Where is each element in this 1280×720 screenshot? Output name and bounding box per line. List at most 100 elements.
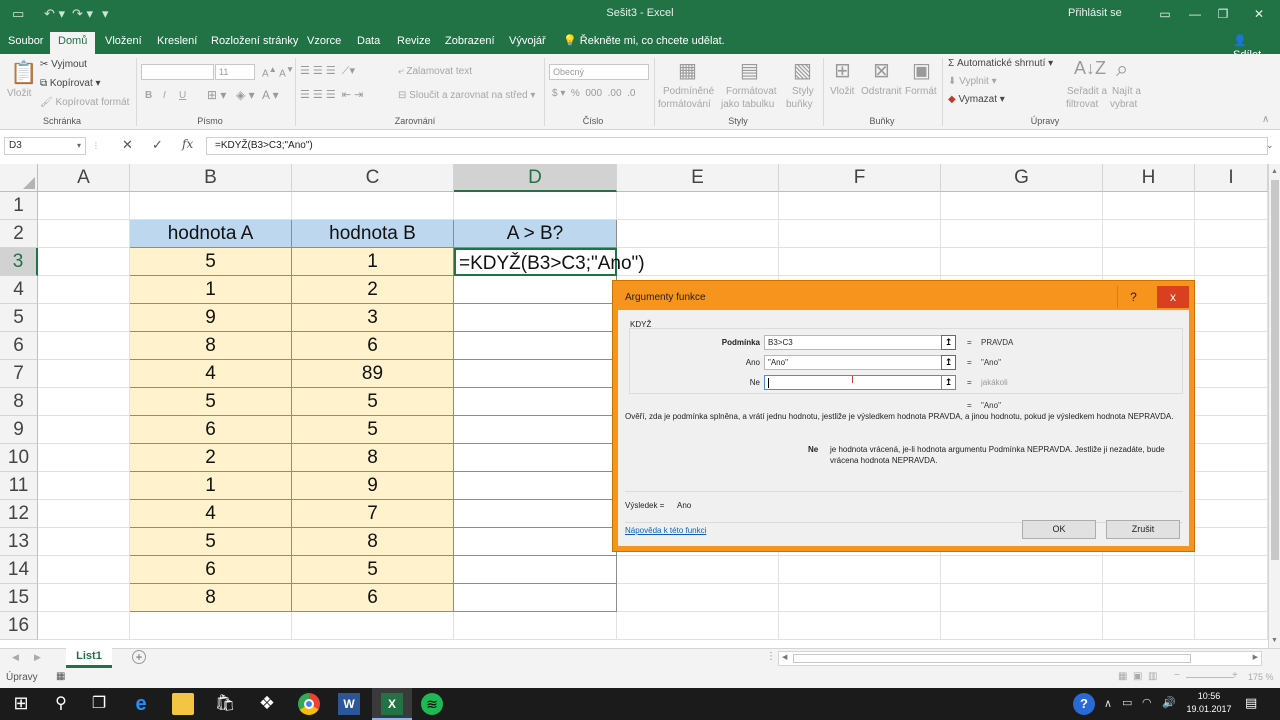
cell-a14[interactable]: [38, 556, 130, 584]
row-header-7[interactable]: 7: [0, 360, 38, 388]
dropbox-icon[interactable]: ❖: [256, 693, 278, 715]
column-header-h[interactable]: H: [1103, 164, 1195, 192]
cell-d1[interactable]: [454, 192, 617, 220]
cell-f1[interactable]: [779, 192, 941, 220]
cell-d4[interactable]: [454, 276, 617, 304]
cell-c1[interactable]: [292, 192, 454, 220]
cancel-button[interactable]: Zrušit: [1106, 520, 1180, 539]
row-header-16[interactable]: 16: [0, 612, 38, 640]
cell-b10[interactable]: 2: [130, 444, 292, 472]
cell-g2[interactable]: [941, 220, 1103, 248]
name-box[interactable]: D3 ▾: [4, 137, 86, 155]
expand-formula-icon[interactable]: ⌄: [1266, 140, 1274, 151]
cell-a11[interactable]: [38, 472, 130, 500]
align-horizontal-icons[interactable]: ☰ ☰ ☰ ⇤ ⇥: [300, 88, 363, 101]
number-format-combo[interactable]: Obecný: [549, 64, 649, 80]
share-button[interactable]: 👤 Sdílet: [1230, 34, 1280, 61]
cell-c14[interactable]: 5: [292, 556, 454, 584]
wrap-text-button[interactable]: ⤶ Zalamovat text: [398, 66, 472, 77]
cell-i10[interactable]: [1195, 444, 1268, 472]
format-table-label[interactable]: Formátovat: [726, 86, 777, 97]
tab-split-icon[interactable]: ⋮: [766, 651, 776, 662]
cell-a16[interactable]: [38, 612, 130, 640]
zoom-out-icon[interactable]: −: [1174, 670, 1180, 681]
tab-formulas[interactable]: Vzorce: [304, 34, 344, 54]
cell-d5[interactable]: [454, 304, 617, 332]
cell-e14[interactable]: [617, 556, 779, 584]
cell-g3[interactable]: [941, 248, 1103, 276]
cell-d14[interactable]: [454, 556, 617, 584]
cell-c5[interactable]: 3: [292, 304, 454, 332]
copy-button[interactable]: ⧉ Kopírovat ▾: [40, 78, 101, 89]
cell-i13[interactable]: [1195, 528, 1268, 556]
row-header-15[interactable]: 15: [0, 584, 38, 612]
sheet-tab-list1[interactable]: List1: [66, 648, 112, 668]
cell-a9[interactable]: [38, 416, 130, 444]
column-header-c[interactable]: C: [292, 164, 454, 192]
cell-c11[interactable]: 9: [292, 472, 454, 500]
cell-c6[interactable]: 6: [292, 332, 454, 360]
tab-view[interactable]: Zobrazení: [442, 34, 498, 54]
row-header-9[interactable]: 9: [0, 416, 38, 444]
cell-e1[interactable]: [617, 192, 779, 220]
insert-cells-button[interactable]: Vložit: [830, 86, 854, 97]
cell-b3[interactable]: 5: [130, 248, 292, 276]
cell-c13[interactable]: 8: [292, 528, 454, 556]
cell-i16[interactable]: [1195, 612, 1268, 640]
cell-d8[interactable]: [454, 388, 617, 416]
cell-a3[interactable]: [38, 248, 130, 276]
add-sheet-icon[interactable]: +: [132, 650, 146, 664]
fill-color-icon[interactable]: ◈ ▾: [236, 88, 255, 102]
zoom-slider[interactable]: [1186, 677, 1234, 678]
cell-e15[interactable]: [617, 584, 779, 612]
row-header-13[interactable]: 13: [0, 528, 38, 556]
cell-b11[interactable]: 1: [130, 472, 292, 500]
column-header-g[interactable]: G: [941, 164, 1103, 192]
sign-in-link[interactable]: Přihlásit se: [1068, 7, 1122, 19]
cell-d11[interactable]: [454, 472, 617, 500]
cell-f2[interactable]: [779, 220, 941, 248]
format-cells-button[interactable]: Formát: [905, 86, 937, 97]
cell-c7[interactable]: 89: [292, 360, 454, 388]
file-explorer-icon[interactable]: [172, 693, 194, 715]
cell-styles-label[interactable]: Styly: [792, 86, 814, 97]
cell-i3[interactable]: [1195, 248, 1268, 276]
column-header-f[interactable]: F: [779, 164, 941, 192]
paste-button[interactable]: Vložit: [7, 88, 31, 99]
tab-review[interactable]: Revize: [394, 34, 434, 54]
horizontal-scrollbar[interactable]: ◀ ▶: [778, 651, 1262, 666]
arg-input-ne[interactable]: Ⅰ: [764, 375, 954, 390]
cell-i8[interactable]: [1195, 388, 1268, 416]
excel-taskbar-active[interactable]: X: [372, 688, 412, 720]
clock[interactable]: 10:56 19.01.2017: [1184, 690, 1234, 716]
cell-f14[interactable]: [779, 556, 941, 584]
grow-font-icon[interactable]: A▲ A▼: [262, 64, 294, 79]
zoom-in-icon[interactable]: +: [1232, 670, 1238, 681]
cancel-icon[interactable]: ✕: [122, 137, 133, 153]
tab-data[interactable]: Data: [354, 34, 383, 54]
conditional-formatting-label[interactable]: Podmíněné: [663, 86, 714, 97]
windows-start-icon[interactable]: ⊞: [10, 693, 32, 715]
task-view-icon[interactable]: ❐: [88, 693, 110, 715]
cell-g16[interactable]: [941, 612, 1103, 640]
tell-me-box[interactable]: 💡 Řekněte mi, co chcete udělat.: [560, 34, 728, 54]
tab-draw[interactable]: Kreslení: [154, 34, 200, 54]
cell-c9[interactable]: 5: [292, 416, 454, 444]
scroll-up-icon[interactable]: ▲: [1271, 168, 1278, 175]
cell-a7[interactable]: [38, 360, 130, 388]
dialog-help-button[interactable]: ?: [1117, 286, 1149, 308]
row-header-2[interactable]: 2: [0, 220, 38, 248]
row-header-11[interactable]: 11: [0, 472, 38, 500]
cell-i5[interactable]: [1195, 304, 1268, 332]
cell-b13[interactable]: 5: [130, 528, 292, 556]
spotify-icon[interactable]: ≋: [421, 693, 443, 715]
active-cell-d3[interactable]: =KDYŽ(B3>C3;"Ano"): [454, 248, 645, 276]
cell-c15[interactable]: 6: [292, 584, 454, 612]
row-header-14[interactable]: 14: [0, 556, 38, 584]
dialog-close-button[interactable]: x: [1157, 286, 1189, 308]
cell-f3[interactable]: [779, 248, 941, 276]
cell-a5[interactable]: [38, 304, 130, 332]
cell-f16[interactable]: [779, 612, 941, 640]
cell-a15[interactable]: [38, 584, 130, 612]
cell-h15[interactable]: [1103, 584, 1195, 612]
